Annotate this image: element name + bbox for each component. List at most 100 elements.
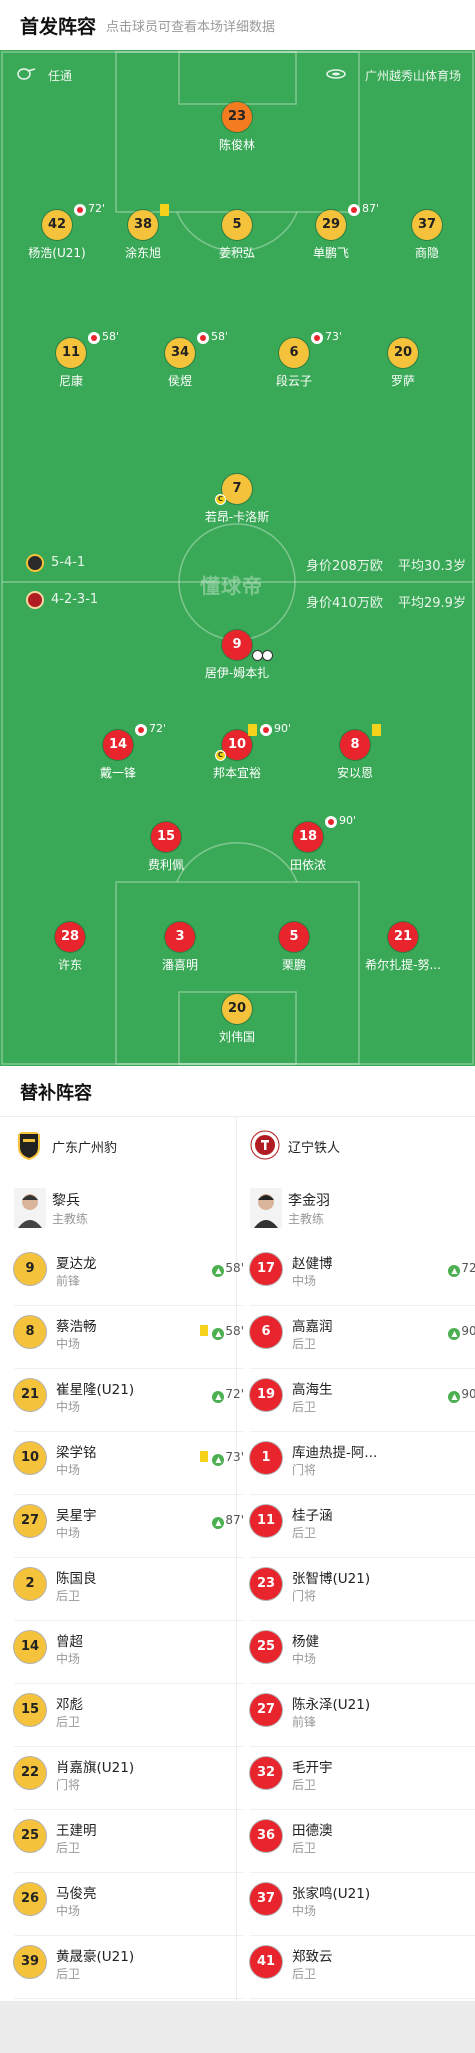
sub-player-row[interactable]: 8 蔡浩畅 中场 ▲ 58' [14,1307,244,1369]
pitch-player[interactable]: 20 刘伟国 [182,994,292,1054]
away-value: 身价410万欧 [306,596,383,611]
away-coach[interactable]: 李金羽 主教练 [250,1188,450,1238]
pitch-player[interactable]: 28 许东 [15,922,125,982]
sub-player-row[interactable]: 27 陈永泽(U21) 前锋 [250,1685,475,1747]
player-name: 若昂-卡洛斯 [204,510,270,524]
player-position: 后卫 [292,1337,317,1351]
home-value: 身价208万欧 [306,559,383,574]
player-number: 22 [14,1757,46,1789]
player-name: 刘伟国 [218,1030,255,1044]
sub-minute: 90' [274,722,292,735]
pitch-player[interactable]: 6 73' 段云子 [239,330,349,398]
player-name: 侯煜 [167,374,192,388]
page-subtitle: 点击球员可查看本场详细数据 [106,20,276,35]
pitch-player[interactable]: 18 90' 田依浓 [253,814,363,882]
referee-name: 任通 [48,69,73,83]
home-formation: 5-4-1 [51,555,86,570]
pitch-player[interactable]: 21 希尔扎提-努... [348,922,458,982]
row-divider [14,1431,244,1432]
pitch-player[interactable]: 11 58' 尼康 [16,330,126,398]
player-position: 中场 [56,1526,81,1540]
pitch-player[interactable]: 37 商隐 [372,210,475,270]
row-divider [250,1683,475,1684]
sub-on-icon: ▲ [448,1328,461,1340]
sub-minute: 73' [225,1450,244,1464]
pitch-player[interactable]: 34 58' 侯煜 [125,330,235,398]
yellow-card-icon [160,204,169,216]
coach-avatar [250,1188,282,1228]
pitch-player[interactable]: 15 费利佩 [111,822,221,882]
sub-event: ▲72' [212,1387,244,1403]
sub-player-row[interactable]: 21 崔星隆(U21) 中场 ▲ 72' [14,1370,244,1432]
pitch-player[interactable]: 14 72' 戴一锋 [63,722,173,790]
sub-player-row[interactable]: 23 张智博(U21) 门将 [250,1559,475,1621]
row-divider [14,1809,244,1810]
player-name: 夏达龙 [56,1256,97,1272]
sub-player-row[interactable]: 17 赵健博中场 ▲72' [250,1244,475,1306]
sub-player-row[interactable]: 36 田德澳 后卫 [250,1811,475,1873]
pitch-player[interactable]: 7 C 若昂-卡洛斯 [182,474,292,534]
sub-minute: 58' [225,1324,244,1338]
player-name: 罗萨 [390,374,415,388]
player-number: 14 [14,1631,46,1663]
sub-player-row[interactable]: 32 毛开宇 后卫 [250,1748,475,1810]
pitch-player[interactable]: 9 居伊-姆本扎 [182,630,292,690]
player-number: 23 [250,1568,282,1600]
home-team-name: 广东广州豹 [52,1141,118,1156]
sub-player-row[interactable]: 37 张家鸣(U21) 中场 [250,1874,475,1936]
sub-player-row[interactable]: 2 陈国良 后卫 [14,1559,244,1621]
sub-on-icon: ▲ [212,1517,225,1529]
pitch-player[interactable]: 23 陈俊林 [182,102,292,162]
player-name: 许东 [57,958,82,972]
row-divider [250,1305,475,1306]
player-name: 段云子 [275,374,312,388]
player-number: 10 [14,1442,46,1474]
coach-role: 主教练 [52,1212,89,1226]
sub-player-row[interactable]: 11 桂子涵 后卫 [250,1496,475,1558]
home-coach[interactable]: 黎兵 主教练 [14,1188,214,1238]
player-number: 27 [14,1505,46,1537]
pitch-player[interactable]: 8 安以恩 [300,724,410,790]
sub-player-row[interactable]: 22 肖嘉旗(U21) 门将 [14,1748,244,1810]
sub-player-row[interactable]: 1 库迪热提-阿... 门将 [250,1433,475,1495]
sub-player-row[interactable]: 26 马俊亮 中场 [14,1874,244,1936]
player-name: 商隐 [414,246,439,260]
row-divider [250,1872,475,1873]
sub-on-icon: ▲ [448,1391,461,1403]
sub-player-row[interactable]: 15 邓彪 后卫 [14,1685,244,1747]
player-name: 田德澳 [292,1823,333,1839]
sub-off-icon [197,332,209,344]
away-team-logo [250,1130,280,1160]
substitutes-title: 替补阵容 [20,1083,92,1104]
player-position: 门将 [292,1589,317,1603]
pitch-player[interactable]: 29 87' 单鹏飞 [276,202,386,270]
sub-player-row[interactable]: 10 梁学铭 中场 ▲ 73' [14,1433,244,1495]
sub-player-row[interactable]: 6 高嘉润后卫 ▲90' [250,1307,475,1369]
player-number: 41 [250,1946,282,1978]
pitch-player[interactable]: 20 罗萨 [348,338,458,398]
sub-player-row[interactable]: 41 郑致云 后卫 [250,1937,475,1999]
stadium-name: 广州越秀山体育场 [364,69,461,83]
player-position: 后卫 [292,1967,317,1981]
sub-player-row[interactable]: 27 吴星宇 中场 ▲ 87' [14,1496,244,1558]
player-number: 11 [56,338,86,368]
player-name: 梁学铭 [56,1445,97,1461]
captain-icon: C [215,750,226,761]
player-name: 安以恩 [336,766,373,780]
pitch-player[interactable]: 10 90' C 邦本宜裕 [182,722,292,790]
sub-player-row[interactable]: 25 杨健 中场 [250,1622,475,1684]
row-divider [250,1746,475,1747]
sub-player-row[interactable]: 14 曾超 中场 [14,1622,244,1684]
player-number: 36 [250,1820,282,1852]
row-divider [250,1431,475,1432]
player-name: 希尔扎提-努... [365,958,441,972]
row-divider [14,1683,244,1684]
sub-player-row[interactable]: 25 王建明 后卫 [14,1811,244,1873]
player-name: 栗鹏 [281,958,306,972]
player-name: 赵健博 [292,1256,333,1272]
sub-player-row[interactable]: 39 黄晟豪(U21) 后卫 [14,1937,244,1999]
sub-player-row[interactable]: 9 夏达龙 前锋 ▲ 58' [14,1244,244,1306]
sub-player-row[interactable]: 19 高海生后卫 ▲90' [250,1370,475,1432]
pitch-player[interactable]: 5 栗鹏 [239,922,349,982]
pitch-player[interactable]: 3 潘喜明 [125,922,235,982]
